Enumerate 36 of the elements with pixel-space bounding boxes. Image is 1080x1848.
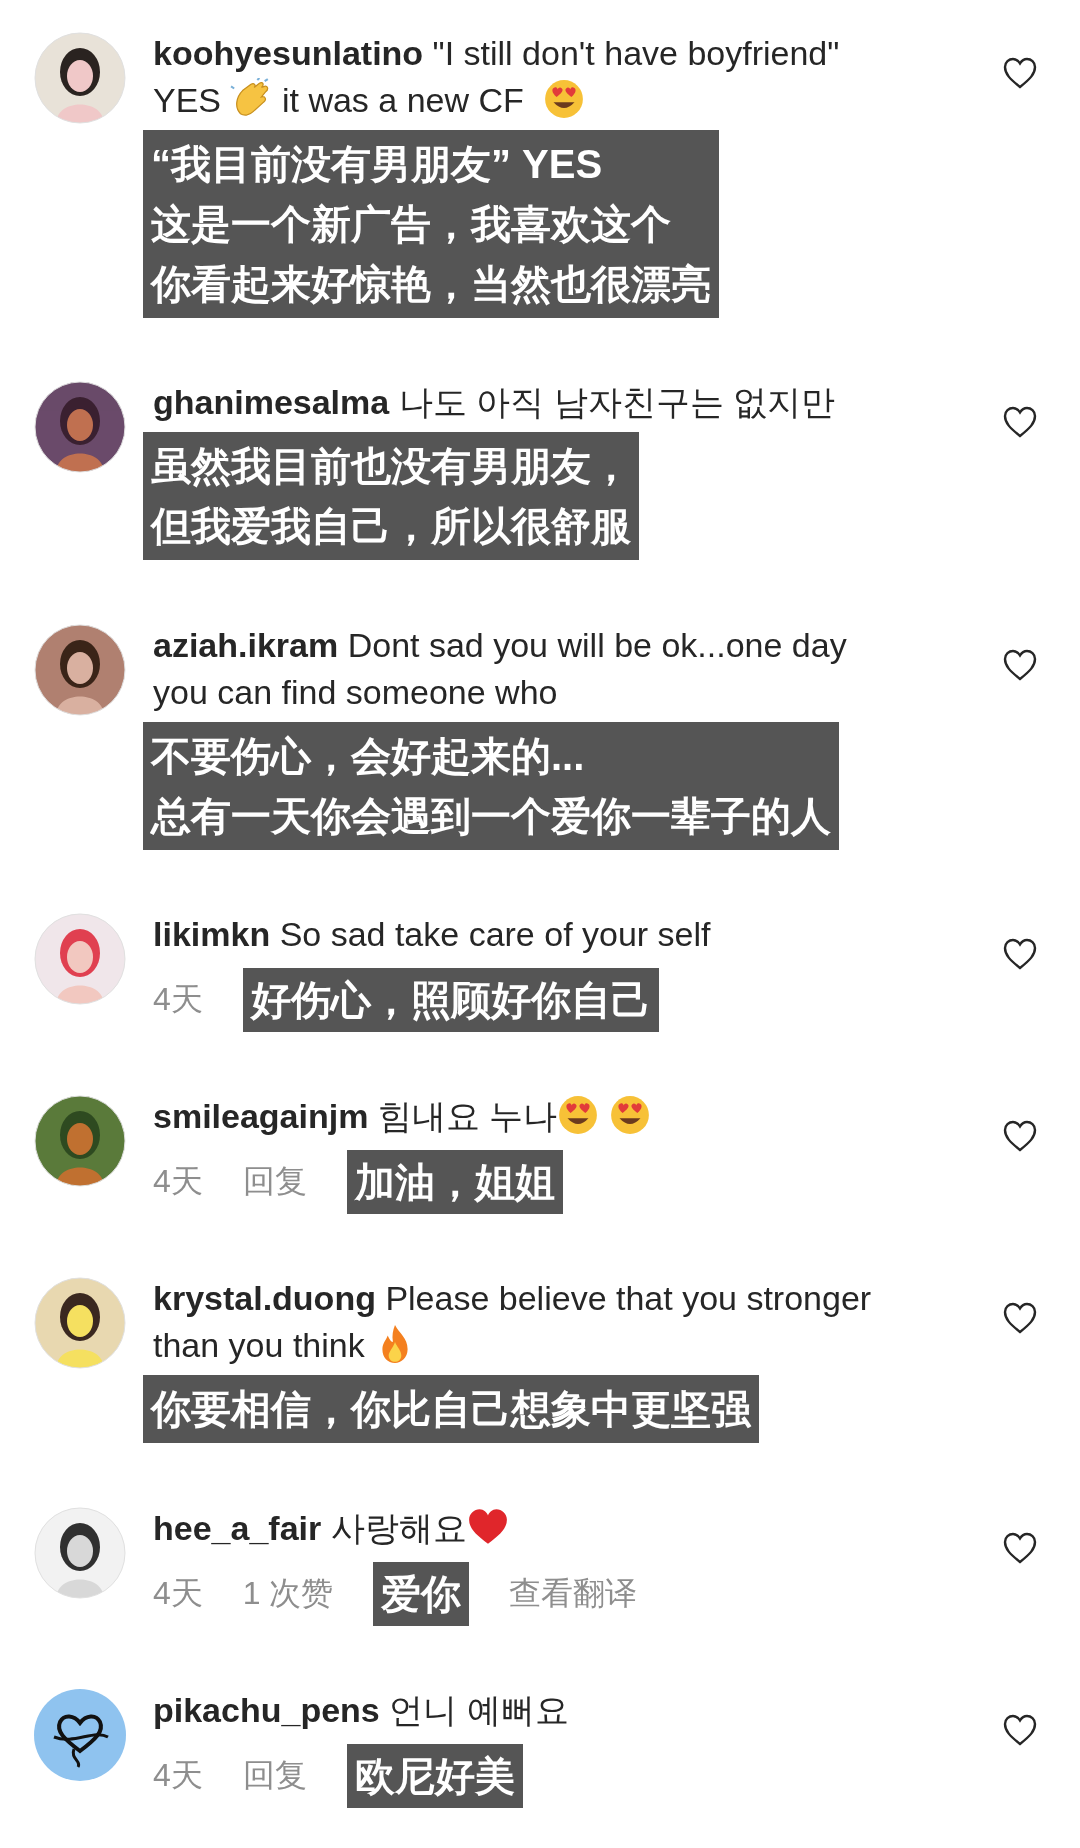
translation-caption: 好伤心，照顾好你自己 bbox=[242, 967, 659, 1032]
comment-meta[interactable]: 4天 bbox=[153, 1571, 203, 1616]
like-heart-icon[interactable] bbox=[1002, 1530, 1038, 1565]
translation-caption: 不要伤心，会好起来的... 总有一天你会遇到一个爱你一辈子的人 bbox=[143, 721, 839, 850]
translation-caption: 加油，姐姐 bbox=[346, 1150, 563, 1215]
translation-caption: 爱你 bbox=[373, 1561, 470, 1626]
comment-text: likimkn So sad take care of your self bbox=[153, 913, 711, 955]
comment-meta[interactable]: 4天 bbox=[153, 977, 203, 1022]
comment-meta[interactable]: 1 次赞 bbox=[242, 1571, 334, 1616]
like-heart-icon[interactable] bbox=[1002, 1712, 1038, 1747]
translation-caption: 虽然我目前也没有男朋友， 但我爱我自己，所以很舒服 bbox=[143, 432, 639, 561]
comment-text: krystal.duong Please believe that you stronger than you think bbox=[153, 1278, 873, 1368]
comment-meta[interactable]: 回复 bbox=[242, 1160, 307, 1205]
comment-text: pikachu_pens 언니 예뻐요 bbox=[153, 1689, 569, 1731]
comment-meta[interactable]: 4天 bbox=[153, 1160, 203, 1205]
like-heart-icon[interactable] bbox=[1002, 1119, 1038, 1154]
heart-eyes-emoji-icon bbox=[557, 1094, 600, 1137]
comment-meta[interactable]: 4天 bbox=[153, 1753, 203, 1798]
heart-eyes-emoji-icon bbox=[609, 1094, 652, 1137]
like-heart-icon[interactable] bbox=[1002, 1301, 1038, 1336]
comment-meta[interactable]: 查看翻译 bbox=[509, 1571, 638, 1616]
like-heart-icon[interactable] bbox=[1002, 405, 1038, 440]
comment-text: aziah.ikram Dont sad you will be ok...one day you can find someone who bbox=[153, 624, 848, 713]
comment-text: ghanimesalma 나도 아직 남자친구는 없지만 bbox=[153, 382, 835, 424]
comment-text: koohyesunlatino "I still don't have boyfriend" YES it was a new CF bbox=[153, 33, 841, 122]
avatar-icon[interactable] bbox=[34, 1688, 126, 1781]
like-heart-icon[interactable] bbox=[1002, 936, 1038, 971]
translation-caption: 你要相信，你比自己想象中更坚强 bbox=[143, 1375, 759, 1444]
comment-text: hee_a_fair 사랑해요 bbox=[153, 1504, 509, 1552]
comment-meta[interactable]: 回复 bbox=[242, 1753, 307, 1798]
like-heart-icon[interactable] bbox=[1002, 647, 1038, 682]
like-heart-icon[interactable] bbox=[1002, 56, 1038, 90]
comment-text: smileagainjm 힘내요 누나 bbox=[153, 1093, 652, 1141]
translation-caption: “我目前没有男朋友” YES 这是一个新广告，我喜欢这个 你看起来好惊艳，当然也很漂亮 bbox=[143, 130, 719, 318]
translation-caption: 欧尼好美 bbox=[346, 1743, 523, 1808]
heart-eyes-emoji-icon bbox=[543, 78, 586, 120]
